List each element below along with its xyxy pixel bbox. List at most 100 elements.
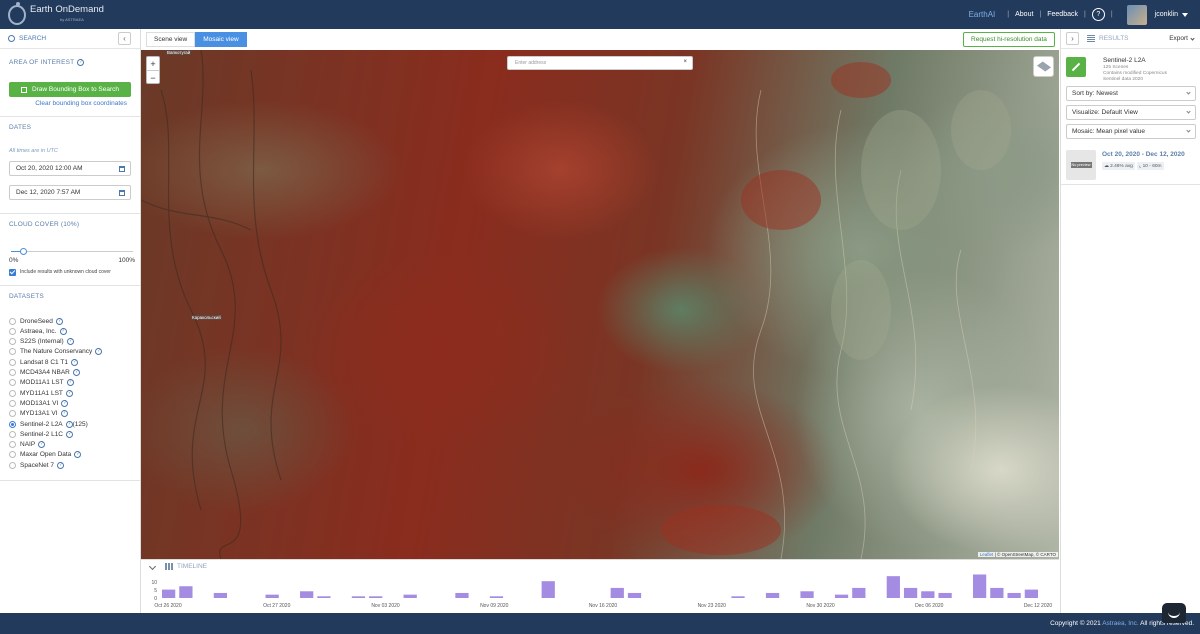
end-date-field[interactable]: Dec 12, 2020 7:57 AM	[9, 185, 131, 200]
radio-button[interactable]	[9, 317, 16, 325]
timeline-bar[interactable]	[403, 594, 417, 598]
timeline-bar[interactable]	[213, 592, 228, 598]
dataset-option[interactable]: Sentinel-2 L2A? (125)	[9, 419, 88, 429]
company-link[interactable]: Astraea, Inc.	[1102, 620, 1139, 627]
calendar-icon[interactable]	[119, 166, 125, 172]
timeline-chart[interactable]: 10 5 0Oct 26 2020 Oct 27 2020 Nov 03 2020 Nov…	[141, 560, 1059, 614]
dataset-option[interactable]: MYD11A1 LST?	[9, 388, 73, 398]
zoom-out-button[interactable]: −	[147, 71, 159, 85]
timeline-bar[interactable]	[972, 574, 987, 598]
info-icon[interactable]: ?	[59, 327, 67, 335]
timeline-bar[interactable]	[179, 586, 193, 598]
clear-address-icon[interactable]: ×	[683, 59, 687, 65]
radio-button[interactable]	[9, 441, 16, 449]
dataset-option[interactable]: MCD43A4 NBAR?	[9, 368, 80, 378]
leaflet-link[interactable]: Leaflet	[980, 552, 994, 557]
radio-button[interactable]	[9, 410, 16, 418]
user-menu-caret-icon[interactable]	[1182, 12, 1188, 17]
timeline-bar[interactable]	[162, 589, 176, 598]
start-date-field[interactable]: Oct 20, 2020 12:00 AM	[9, 161, 131, 176]
dataset-option[interactable]: MOD11A1 LST?	[9, 378, 74, 388]
radio-button[interactable]	[9, 389, 16, 397]
nav-earthai[interactable]: EarthAI	[969, 10, 996, 19]
info-icon[interactable]: ?	[66, 338, 74, 346]
info-icon[interactable]: ?	[72, 369, 80, 376]
info-icon[interactable]: ?	[55, 317, 63, 325]
timeline-bar[interactable]	[852, 587, 866, 598]
visualize-select[interactable]: Visualize: Default View	[1066, 105, 1196, 120]
radio-button[interactable]	[9, 348, 16, 356]
dataset-option[interactable]: Astraea, Inc.?	[9, 326, 67, 336]
info-icon[interactable]: ?	[74, 451, 82, 459]
draw-bounding-box-button[interactable]: Draw Bounding Box to Search	[9, 82, 131, 97]
timeline-bar[interactable]	[455, 592, 469, 598]
radio-button[interactable]	[9, 451, 16, 459]
calendar-icon[interactable]	[119, 190, 125, 196]
clear-bbox-link[interactable]: Clear bounding box coordinates	[35, 100, 127, 107]
timeline-bar[interactable]	[834, 594, 849, 598]
timeline-bar[interactable]	[300, 591, 314, 598]
dataset-option[interactable]: NAIP?	[9, 440, 46, 450]
tab-mosaic-view[interactable]: Mosaic view	[195, 32, 247, 47]
info-icon[interactable]: ?	[66, 379, 74, 387]
username[interactable]: jconklin	[1155, 11, 1178, 18]
dataset-option[interactable]: SpaceNet 7?	[9, 460, 64, 470]
cloud-slider-track[interactable]	[11, 251, 133, 252]
timeline-bar[interactable]	[351, 596, 366, 598]
dataset-option[interactable]: Maxar Open Data?	[9, 450, 82, 460]
timeline-bar[interactable]	[317, 596, 331, 598]
timeline-bar[interactable]	[921, 591, 935, 598]
info-icon[interactable]: ?	[66, 430, 73, 438]
nav-feedback[interactable]: Feedback	[1047, 11, 1078, 18]
nav-about[interactable]: About	[1015, 11, 1033, 18]
export-button[interactable]: Export	[1169, 35, 1188, 42]
mosaic-select[interactable]: Mosaic: Mean pixel value	[1066, 124, 1196, 139]
info-icon[interactable]: ?	[38, 441, 46, 449]
info-icon[interactable]: ?	[95, 348, 103, 356]
address-input[interactable]: Enter address ×	[507, 56, 693, 70]
aoi-help-icon[interactable]: ?	[77, 59, 85, 66]
brand-logo[interactable]: Earth OnDemand by ASTRAEA	[8, 2, 104, 26]
dataset-option[interactable]: DroneSeed?	[9, 316, 63, 326]
timeline-bar[interactable]	[800, 591, 814, 598]
chat-widget-icon[interactable]	[1162, 603, 1186, 623]
timeline-bar[interactable]	[731, 596, 745, 598]
timeline-bar[interactable]	[886, 576, 900, 598]
timeline-bar[interactable]	[265, 594, 279, 598]
chevron-down-icon[interactable]	[1190, 36, 1195, 41]
dataset-option[interactable]: The Nature Conservancy?	[9, 347, 103, 357]
dataset-option[interactable]: Sentinel-2 L1C?	[9, 429, 73, 439]
dataset-option[interactable]: MYD13A1 VI?	[9, 409, 68, 419]
timeline-bar[interactable]	[541, 581, 555, 598]
radio-button[interactable]	[9, 430, 16, 438]
satellite-map[interactable]	[141, 50, 1059, 559]
radio-button[interactable]	[9, 327, 16, 335]
info-icon[interactable]: ?	[56, 461, 64, 469]
sort-select[interactable]: Sort by: Newest	[1066, 86, 1196, 101]
tab-scene-view[interactable]: Scene view	[146, 32, 196, 47]
unknown-cloud-checkbox[interactable]	[9, 269, 16, 276]
radio-button[interactable]	[9, 338, 16, 346]
cloud-slider-handle[interactable]	[19, 248, 27, 255]
timeline-bar[interactable]	[610, 587, 624, 598]
timeline-bar[interactable]	[990, 587, 1004, 598]
zoom-in-button[interactable]: +	[147, 57, 159, 71]
avatar[interactable]	[1126, 4, 1147, 25]
collapse-panel-button[interactable]: ‹	[118, 32, 131, 45]
info-icon[interactable]: ?	[70, 358, 78, 366]
dataset-option[interactable]: Landsat 8 C1 T1?	[9, 357, 78, 367]
radio-button[interactable]	[9, 461, 16, 469]
result-item[interactable]: No preview Oct 20, 2020 - Dec 12, 2020 ☁…	[1061, 145, 1200, 185]
dataset-option[interactable]: S22S (Internal)?	[9, 337, 74, 347]
timeline-bar[interactable]	[938, 592, 952, 598]
radio-button[interactable]	[9, 358, 16, 366]
info-icon[interactable]: ?	[61, 399, 69, 407]
timeline-bar[interactable]	[1024, 589, 1038, 598]
timeline-bar[interactable]	[1007, 592, 1021, 598]
dataset-option[interactable]: MOD13A1 VI?	[9, 398, 69, 408]
expand-panel-button[interactable]: ›	[1066, 32, 1079, 45]
timeline-bar[interactable]	[903, 587, 918, 598]
timeline-bar[interactable]	[765, 592, 780, 598]
help-icon[interactable]: ?	[1091, 8, 1105, 21]
timeline-bar[interactable]	[369, 596, 383, 598]
